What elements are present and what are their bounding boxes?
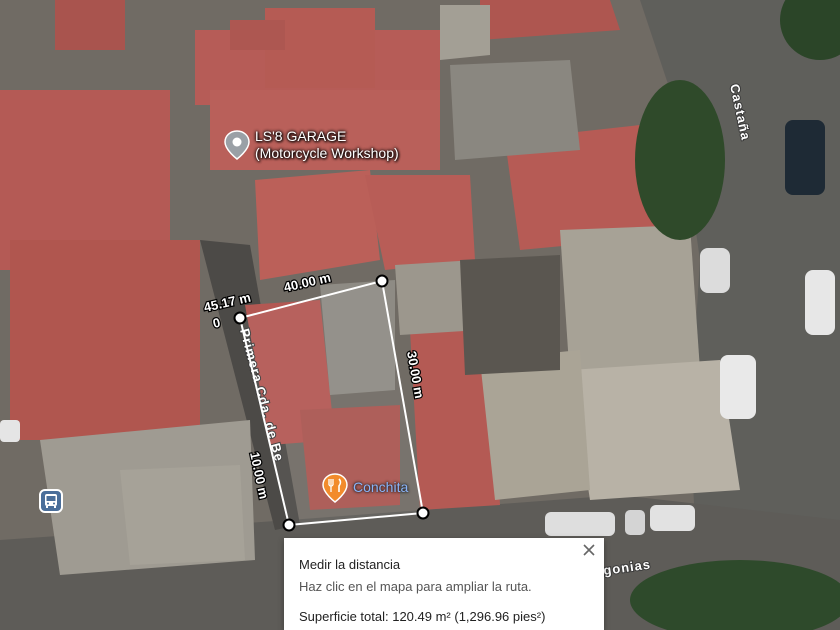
place-label-restaurant[interactable]: Conchita (353, 479, 408, 495)
place-name-garage: LS'8 GARAGE (255, 128, 347, 144)
place-marker-garage[interactable] (224, 130, 250, 165)
place-marker-restaurant[interactable] (322, 473, 348, 508)
location-pin-icon (224, 130, 250, 160)
measure-vertex-2[interactable] (375, 274, 389, 288)
close-icon (583, 544, 595, 556)
panel-hint: Haz clic en el mapa para ampliar la ruta… (299, 579, 532, 594)
measure-vertex-3[interactable] (416, 506, 430, 520)
restaurant-pin-icon (322, 473, 348, 503)
close-button[interactable] (580, 541, 598, 559)
measure-vertex-4[interactable] (282, 518, 296, 532)
measure-vertex-1[interactable] (233, 311, 247, 325)
measure-distance-panel: Medir la distancia Haz clic en el mapa p… (284, 538, 604, 630)
satellite-map[interactable]: Castaña Primera Cda. de Be gonias 40.00 … (0, 0, 840, 630)
place-category-garage: (Motorcycle Workshop) (255, 145, 399, 161)
place-label-garage[interactable]: LS'8 GARAGE (Motorcycle Workshop) (255, 128, 399, 162)
total-area-readout: Superficie total: 120.49 m² (1,296.96 pi… (299, 609, 546, 624)
bus-stop-marker[interactable] (39, 489, 63, 513)
bus-icon (45, 494, 57, 508)
panel-title: Medir la distancia (299, 557, 401, 572)
